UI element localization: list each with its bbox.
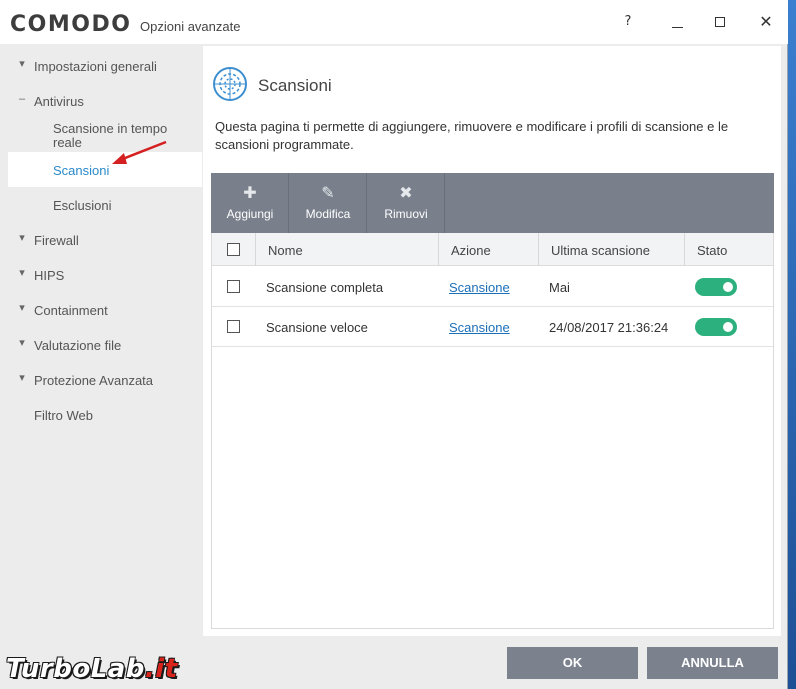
collapse-icon: – <box>18 93 26 105</box>
toggle-knob <box>723 322 733 332</box>
sidebar-item-label: Protezione Avanzata <box>34 373 154 388</box>
chevron-down-icon: ▾ <box>19 267 25 279</box>
sidebar-item-label: Impostazioni generali <box>34 59 157 74</box>
window-title: Opzioni avanzate <box>140 19 241 34</box>
options-window: COMODO Opzioni avanzate ? ✕ ▾ Impostazio… <box>0 0 788 689</box>
plus-icon: ✚ <box>243 185 257 202</box>
sidebar-item-filtro-web[interactable]: Filtro Web <box>8 397 202 432</box>
sidebar-item-label: HIPS <box>34 268 65 283</box>
select-all-checkbox[interactable] <box>227 243 240 256</box>
chevron-down-icon: ▾ <box>19 232 25 244</box>
main-panel: Scansioni Questa pagina ti permette di a… <box>203 46 781 636</box>
edit-button[interactable]: ✎ Modifica <box>289 173 367 233</box>
add-button-label: Aggiungi <box>226 207 274 221</box>
close-button[interactable]: ✕ <box>750 8 782 36</box>
column-divider <box>438 233 439 266</box>
toolbar: ✚ Aggiungi ✎ Modifica ✖ Rimuovi <box>211 173 774 233</box>
watermark-logo: TurboLab.it <box>6 654 178 684</box>
last-scan: 24/08/2017 21:36:24 <box>549 320 669 335</box>
row-checkbox[interactable] <box>227 280 240 293</box>
ok-button[interactable]: OK <box>507 647 638 679</box>
scan-action-link[interactable]: Scansione <box>449 280 510 295</box>
sidebar-item-antivirus[interactable]: – Antivirus <box>8 83 202 118</box>
status-toggle[interactable] <box>695 318 737 336</box>
header-nome[interactable]: Nome <box>268 243 303 258</box>
chevron-down-icon: ▾ <box>19 58 25 70</box>
sidebar-nav: ▾ Impostazioni generali – Antivirus Scan… <box>8 46 202 636</box>
last-scan: Mai <box>549 280 570 295</box>
sidebar-item-hips[interactable]: ▾ HIPS <box>8 257 202 292</box>
annotation-arrow <box>112 140 167 164</box>
scan-name: Scansione completa <box>266 280 384 295</box>
sidebar-item-scansione-tempo-reale[interactable]: Scansione in tempo reale <box>8 118 202 153</box>
scan-action-link[interactable]: Scansione <box>449 320 510 335</box>
remove-button-label: Rimuovi <box>384 207 428 221</box>
header-azione[interactable]: Azione <box>451 243 491 258</box>
maximize-button[interactable] <box>704 8 736 36</box>
header-ultima-scansione[interactable]: Ultima scansione <box>551 243 650 258</box>
maximize-icon <box>715 17 725 27</box>
sidebar-item-label: Scansioni <box>53 163 110 178</box>
scan-name: Scansione veloce <box>266 320 368 335</box>
table-row[interactable]: Scansione completa Scansione Mai <box>212 267 773 307</box>
scan-table: Nome Azione Ultima scansione Stato Scans… <box>211 233 774 629</box>
help-button[interactable]: ? <box>612 8 644 36</box>
toggle-knob <box>723 282 733 292</box>
page-description: Questa pagina ti permette di aggiungere,… <box>215 119 729 152</box>
sidebar-item-label: Filtro Web <box>34 408 93 423</box>
column-divider <box>255 233 256 266</box>
sidebar-item-impostazioni-generali[interactable]: ▾ Impostazioni generali <box>8 48 202 83</box>
sidebar-item-scansioni[interactable]: Scansioni <box>8 152 202 187</box>
watermark-text: TurboLab <box>6 654 145 684</box>
page-title: Scansioni <box>258 76 332 95</box>
sidebar-item-label: Antivirus <box>34 94 84 109</box>
cancel-button[interactable]: ANNULLA <box>647 647 778 679</box>
status-toggle[interactable] <box>695 278 737 296</box>
title-bar: COMODO Opzioni avanzate ? ✕ <box>0 0 788 44</box>
sidebar-item-label: Firewall <box>34 233 79 248</box>
row-checkbox[interactable] <box>227 320 240 333</box>
chevron-down-icon: ▾ <box>19 302 25 314</box>
scan-radar-icon <box>213 67 247 101</box>
header-stato[interactable]: Stato <box>697 243 727 258</box>
sidebar-item-label: Valutazione file <box>34 338 122 353</box>
sidebar-item-valutazione-file[interactable]: ▾ Valutazione file <box>8 327 202 362</box>
add-button[interactable]: ✚ Aggiungi <box>211 173 289 233</box>
sidebar-item-containment[interactable]: ▾ Containment <box>8 292 202 327</box>
sidebar-item-esclusioni[interactable]: Esclusioni <box>8 187 202 222</box>
column-divider <box>538 233 539 266</box>
sidebar-item-label: Containment <box>34 303 108 318</box>
sidebar-item-firewall[interactable]: ▾ Firewall <box>8 222 202 257</box>
table-header: Nome Azione Ultima scansione Stato <box>212 233 773 266</box>
minimize-icon <box>672 27 683 28</box>
comodo-logo: COMODO <box>10 12 132 37</box>
sidebar-item-label: Esclusioni <box>53 198 112 213</box>
desktop-background <box>788 0 796 689</box>
column-divider <box>684 233 685 266</box>
edit-button-label: Modifica <box>305 207 351 221</box>
chevron-down-icon: ▾ <box>19 337 25 349</box>
watermark-suffix: .it <box>144 654 178 684</box>
remove-button[interactable]: ✖ Rimuovi <box>367 173 445 233</box>
minimize-button[interactable] <box>662 8 694 36</box>
table-row[interactable]: Scansione veloce Scansione 24/08/2017 21… <box>212 307 773 347</box>
pencil-icon: ✎ <box>321 185 335 202</box>
sidebar-item-protezione-avanzata[interactable]: ▾ Protezione Avanzata <box>8 362 202 397</box>
remove-icon: ✖ <box>399 185 413 202</box>
chevron-down-icon: ▾ <box>19 372 25 384</box>
